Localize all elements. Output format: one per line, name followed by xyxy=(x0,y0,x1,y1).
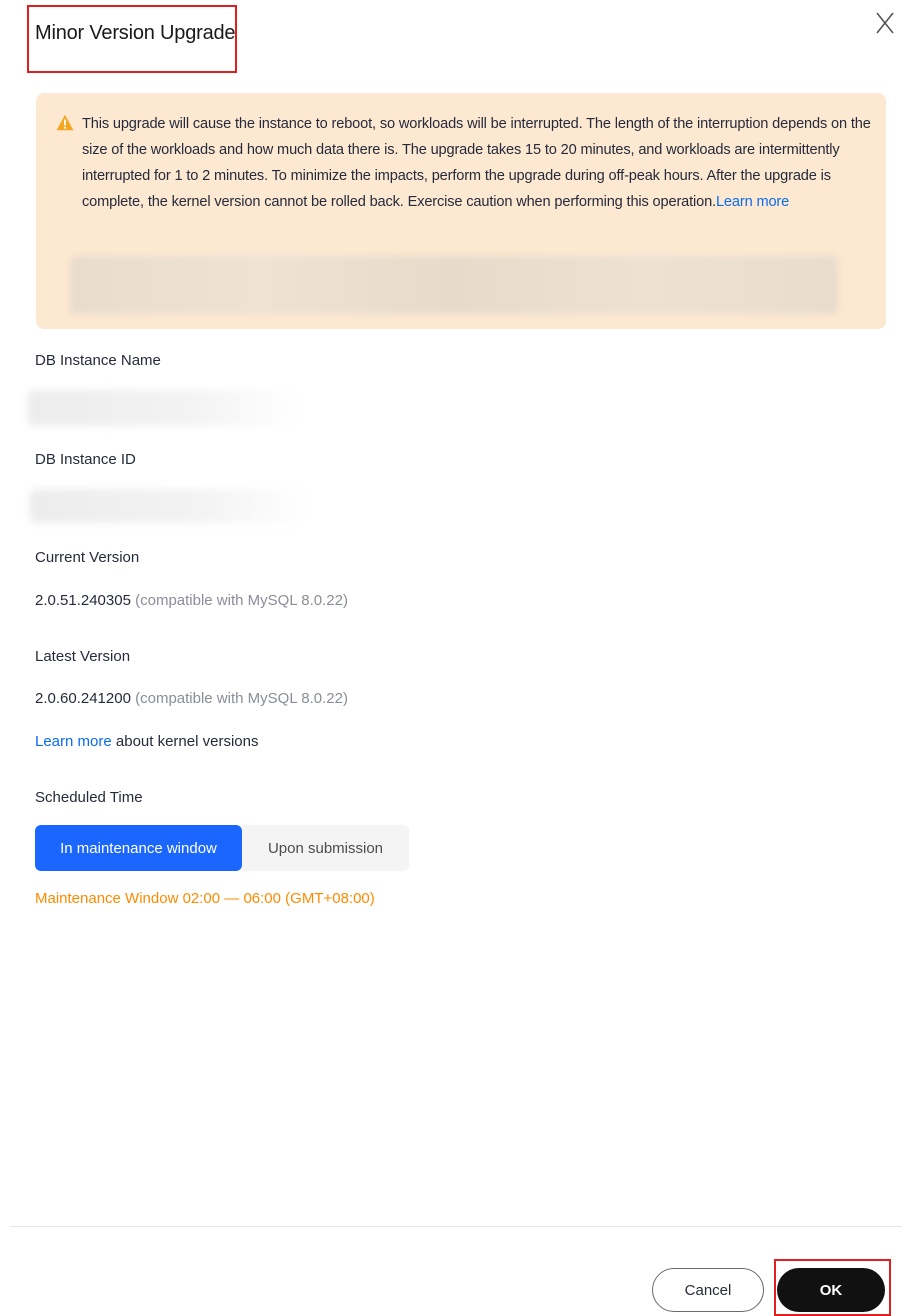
current-version-number: 2.0.51.240305 xyxy=(35,592,131,609)
upgrade-warning-alert: This upgrade will cause the instance to … xyxy=(36,93,886,329)
latest-version-value: 2.0.60.241200 (compatible with MySQL 8.0… xyxy=(35,690,348,707)
current-version-label: Current Version xyxy=(35,549,140,566)
dialog-title: Minor Version Upgrade xyxy=(35,22,236,44)
maintenance-window-text: Maintenance Window 02:00 — 06:00 (GMT+08… xyxy=(35,890,375,907)
ok-button[interactable]: OK xyxy=(777,1268,885,1312)
cancel-button[interactable]: Cancel xyxy=(652,1268,764,1312)
current-version-value: 2.0.51.240305 (compatible with MySQL 8.0… xyxy=(35,592,348,609)
warning-icon xyxy=(56,114,74,131)
instance-id-label: DB Instance ID xyxy=(35,451,136,468)
instance-id-redacted xyxy=(30,489,312,523)
scheduled-time-selector: In maintenance window Upon submission xyxy=(35,825,409,871)
kernel-versions-info: Learn more about kernel versions xyxy=(35,733,258,750)
warning-message: This upgrade will cause the instance to … xyxy=(82,111,872,215)
kernel-versions-text: about kernel versions xyxy=(115,733,259,750)
close-icon[interactable] xyxy=(872,8,898,38)
footer-divider xyxy=(10,1226,902,1227)
latest-version-label: Latest Version xyxy=(35,648,131,665)
latest-version-compat: (compatible with MySQL 8.0.22) xyxy=(135,690,348,707)
instance-name-label: DB Instance Name xyxy=(35,352,161,369)
redacted-content xyxy=(70,256,838,314)
kernel-learn-more-link[interactable]: Learn more xyxy=(35,733,112,750)
minor-version-upgrade-dialog: Minor Version Upgrade This upgrade will … xyxy=(0,0,902,1316)
latest-version-number: 2.0.60.241200 xyxy=(35,690,131,707)
option-upon-submission[interactable]: Upon submission xyxy=(242,825,409,871)
current-version-compat: (compatible with MySQL 8.0.22) xyxy=(135,592,348,609)
option-maintenance-window[interactable]: In maintenance window xyxy=(35,825,242,871)
instance-name-redacted xyxy=(28,390,300,426)
learn-more-link[interactable]: Learn more xyxy=(716,194,789,210)
scheduled-time-label: Scheduled Time xyxy=(35,789,143,806)
